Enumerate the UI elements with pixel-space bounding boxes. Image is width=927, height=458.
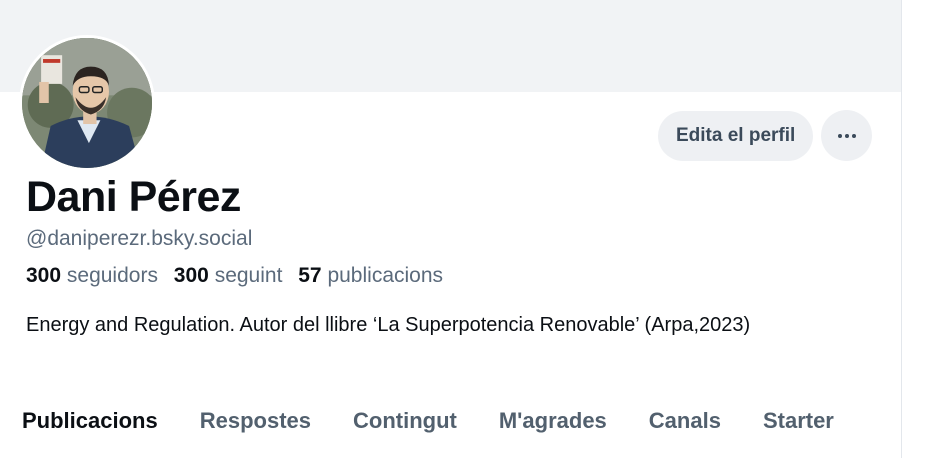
profile-name: Dani Pérez	[26, 173, 241, 221]
posts-stat: 57 publicacions	[298, 264, 443, 287]
followers-label: seguidors	[66, 264, 158, 287]
more-options-button[interactable]	[821, 110, 873, 161]
tab-starter[interactable]: Starter	[763, 408, 834, 434]
posts-label: publicacions	[327, 264, 444, 287]
following-link[interactable]: 300 seguint	[174, 264, 283, 287]
posts-count: 57	[298, 264, 322, 287]
edit-profile-button[interactable]: Edita el perfil	[658, 110, 814, 161]
avatar-photo	[22, 38, 152, 168]
avatar[interactable]	[19, 35, 155, 171]
profile-bio: Energy and Regulation. Autor del llibre …	[26, 314, 751, 336]
tab-magrades[interactable]: M'agrades	[499, 408, 607, 434]
profile-tabs: Publicacions Respostes Contingut M'agrad…	[22, 408, 876, 434]
tab-canals[interactable]: Canals	[649, 408, 721, 434]
tab-contingut[interactable]: Contingut	[353, 408, 457, 434]
profile-handle[interactable]: @daniperezr.bsky.social	[26, 227, 252, 251]
profile-container: Edita el perfil Dani Pérez @daniperezr.b…	[0, 0, 902, 458]
profile-actions: Edita el perfil	[658, 110, 873, 161]
tab-publicacions[interactable]: Publicacions	[22, 408, 158, 434]
followers-count: 300	[26, 264, 62, 287]
tab-respostes[interactable]: Respostes	[200, 408, 311, 434]
following-count: 300	[173, 264, 209, 287]
ellipsis-icon	[837, 133, 856, 138]
followers-link[interactable]: 300 seguidors	[26, 264, 158, 287]
profile-stats: 300 seguidors 300 seguint 57 publicacion…	[26, 264, 453, 288]
following-label: seguint	[214, 264, 283, 287]
